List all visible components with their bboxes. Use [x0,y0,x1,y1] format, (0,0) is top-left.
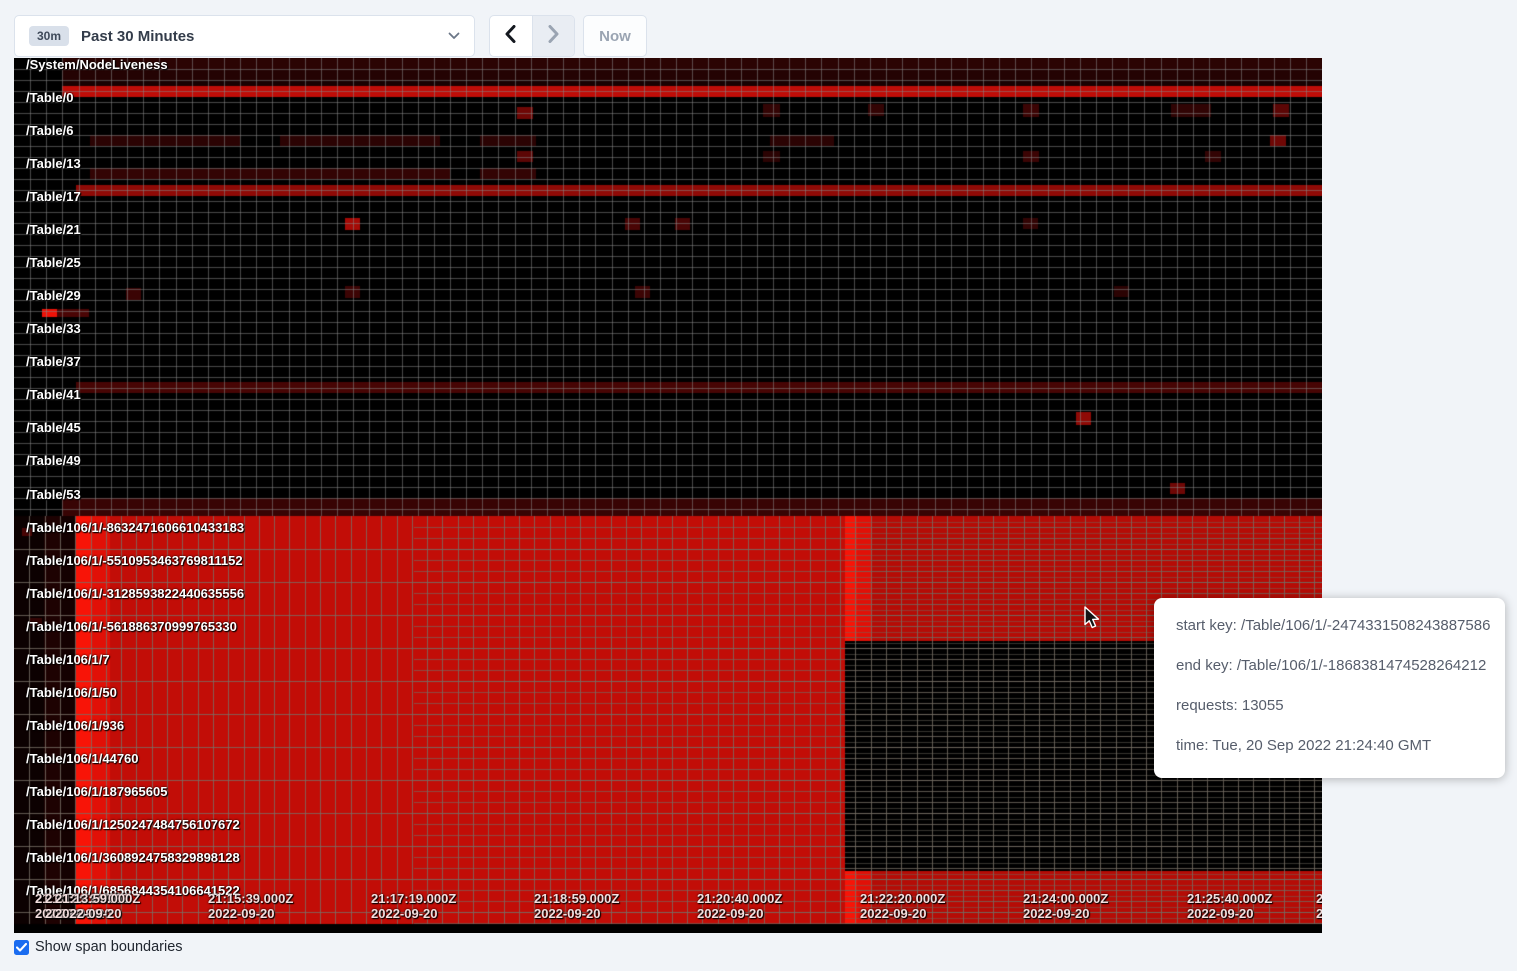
next-time-button[interactable] [532,16,574,56]
time-axis-label: 21:17:19.000Z2022-09-20 [371,891,456,921]
keyspace-heatmap[interactable]: /System/NodeLiveness/Table/0/Table/6/Tab… [14,58,1322,933]
tooltip-requests: requests: 13055 [1176,697,1483,715]
row-label: /Table/106/1/187965605 [26,785,167,799]
row-label: /Table/0 [26,91,73,105]
chevron-left-icon [505,25,516,48]
row-label: /System/NodeLiveness [26,58,168,72]
footer-controls: Show span boundaries [14,939,183,955]
row-label: /Table/41 [26,388,81,402]
row-label: /Table/21 [26,223,81,237]
row-label: /Table/106/1/7 [26,653,110,667]
row-label: /Table/106/1/3608924758329898128 [26,851,240,865]
row-label: /Table/106/1/-561886370999765330 [26,620,237,634]
time-axis-label: 21:15:39.000Z2022-09-20 [208,891,293,921]
span-tooltip: start key: /Table/106/1/-247433150824388… [1154,598,1505,778]
row-label: /Table/49 [26,454,81,468]
row-label: /Table/106/1/-3128593822440635556 [26,587,244,601]
row-label: /Table/33 [26,322,81,336]
chevron-right-icon [548,25,559,48]
prev-time-button[interactable] [490,16,532,56]
tooltip-end-key: end key: /Table/106/1/-18683814745282642… [1176,657,1483,675]
row-label: /Table/29 [26,289,81,303]
time-axis-label: 21:22:20.000Z2022-09-20 [860,891,945,921]
row-label: /Table/37 [26,355,81,369]
time-axis-label: 21:13:59.000Z2022-09-20 [55,891,140,921]
time-axis-label: 21:24:00.000Z2022-09-20 [1023,891,1108,921]
time-range-label: Past 30 Minutes [81,28,194,45]
tooltip-start-key: start key: /Table/106/1/-247433150824388… [1176,617,1483,635]
row-label: /Table/106/1/-8632471606610433183 [26,521,244,535]
row-label: /Table/45 [26,421,81,435]
row-label: /Table/13 [26,157,81,171]
row-label: /Table/6 [26,124,73,138]
time-axis-label: 21:18:59.000Z2022-09-20 [534,891,619,921]
row-label: /Table/106/1/44760 [26,752,139,766]
time-axis-label: 21:20:40.000Z2022-09-20 [697,891,782,921]
row-label: /Table/106/1/50 [26,686,117,700]
time-nav-group [489,15,575,57]
row-label: /Table/53 [26,488,81,502]
now-button[interactable]: Now [583,15,647,57]
time-range-dropdown[interactable]: 30m Past 30 Minutes [14,15,475,57]
row-label: /Table/25 [26,256,81,270]
row-label: /Table/106/1/-5510953463769811152 [26,554,243,568]
time-axis-label: 21:25:40.000Z2022-09-20 [1187,891,1272,921]
row-label: /Table/106/1/1250247484756107672 [26,818,240,832]
chevron-down-icon [448,27,460,45]
heatmap-canvas[interactable] [14,58,1322,933]
tooltip-time: time: Tue, 20 Sep 2022 21:24:40 GMT [1176,737,1483,755]
row-label: /Table/17 [26,190,81,204]
row-label: /Table/106/1/936 [26,719,124,733]
time-range-badge: 30m [29,26,69,46]
span-boundaries-checkbox[interactable] [14,940,29,955]
span-boundaries-label: Show span boundaries [35,939,183,955]
time-axis-label: 21:27:20.000Z2022-09-20 [1316,891,1322,921]
